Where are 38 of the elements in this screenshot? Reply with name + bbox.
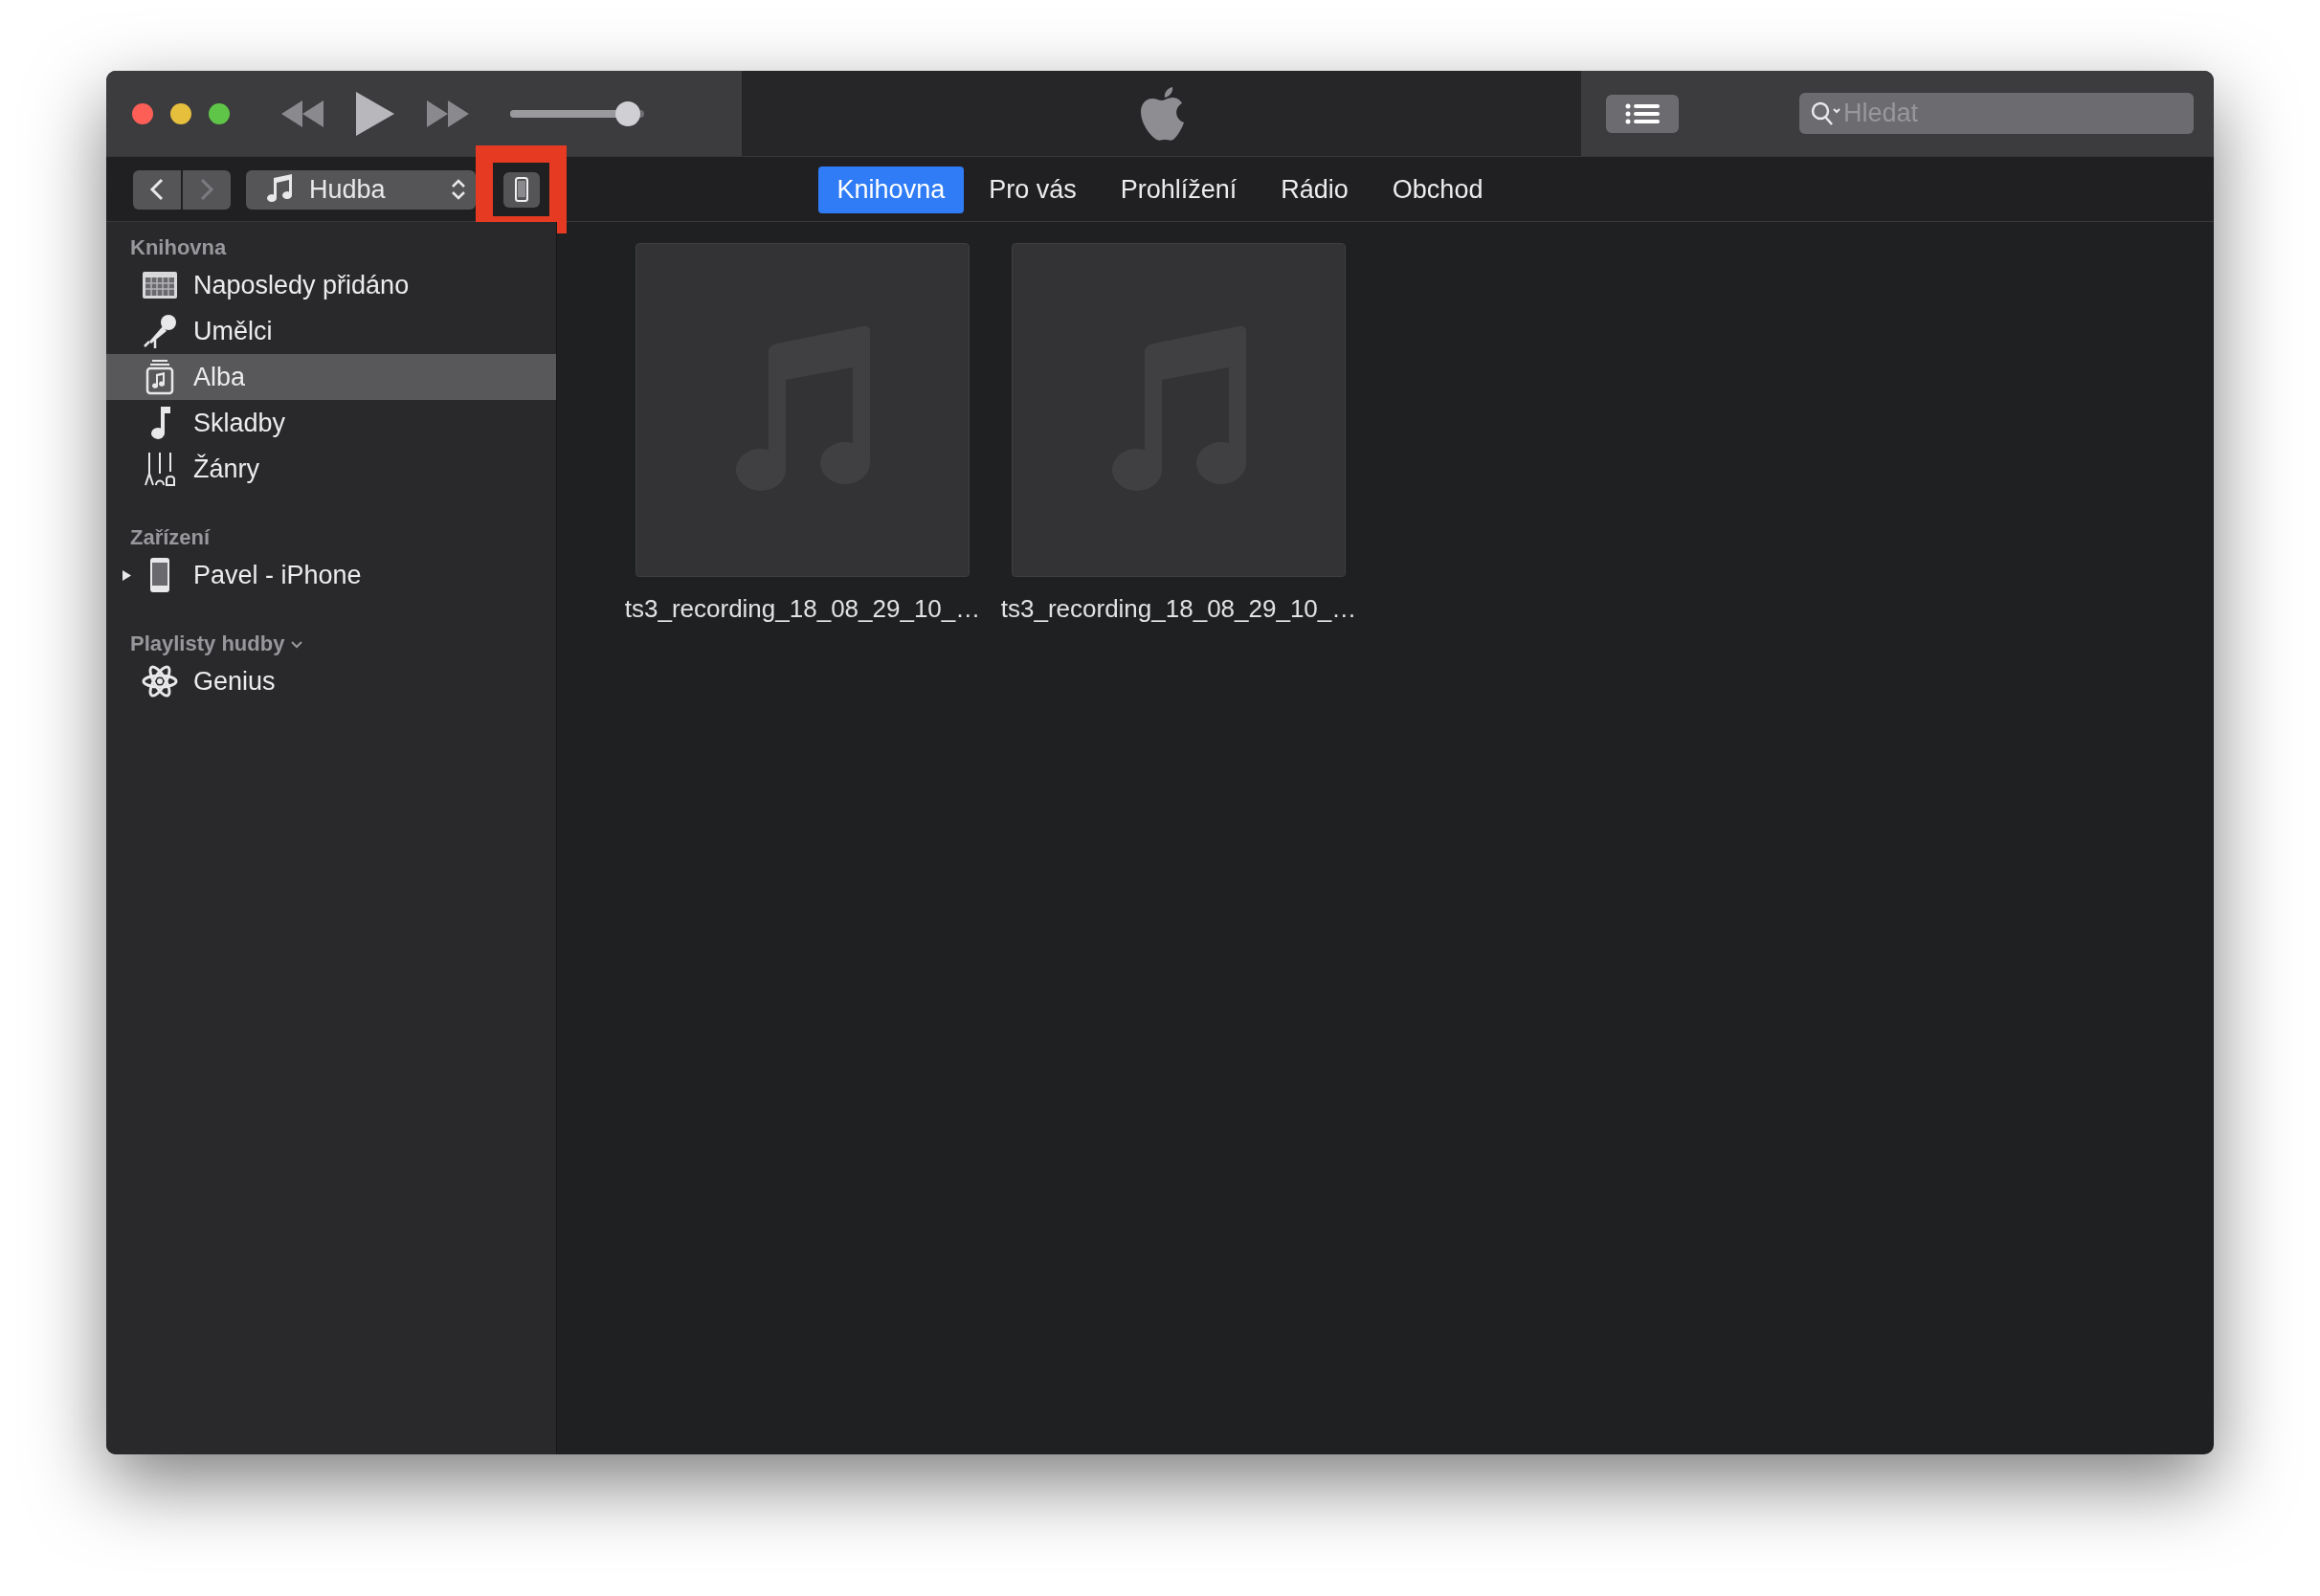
list-icon [1625, 102, 1660, 124]
atom-icon [141, 663, 179, 699]
chevron-left-icon [149, 178, 165, 201]
play-button[interactable] [356, 91, 394, 136]
volume-thumb[interactable] [615, 100, 641, 126]
album-title[interactable]: ts3_recording_18_08_29_10_… [624, 590, 981, 628]
calendar-grid-icon [141, 271, 179, 299]
source-dropdown[interactable]: Hudba [246, 169, 476, 210]
search-icon [1811, 100, 1841, 126]
fast-forward-button[interactable] [427, 100, 469, 127]
music-note-icon [265, 174, 294, 205]
triangle-right-icon[interactable] [123, 570, 132, 581]
section-header: Knihovna [130, 233, 227, 261]
back-button[interactable] [133, 169, 181, 210]
tab[interactable]: Prohlížení [1101, 166, 1257, 213]
rewind-button[interactable] [281, 100, 323, 127]
sidebar-item[interactable]: Naposledy přidáno [106, 262, 556, 308]
list-view-button[interactable] [1606, 94, 1679, 133]
up-down-chevron-icon [451, 178, 466, 201]
tab[interactable]: Pro vás [970, 166, 1096, 213]
tab[interactable]: Obchod [1372, 166, 1503, 213]
minimize-button[interactable] [170, 102, 191, 124]
section-header: Zařízení [130, 523, 211, 551]
sidebar-item[interactable]: Umělci [106, 308, 556, 354]
chevron-right-icon [199, 178, 214, 201]
phone-icon [514, 177, 528, 202]
sidebar-item[interactable]: Žánry [106, 446, 556, 492]
tab[interactable]: Knihovna [817, 166, 965, 213]
tab[interactable]: Rádio [1261, 166, 1368, 213]
close-button[interactable] [132, 102, 153, 124]
sidebar-item[interactable]: Pavel - iPhone [106, 552, 556, 598]
album-title[interactable]: ts3_recording_18_08_29_10_… [1000, 590, 1357, 628]
zoom-button[interactable] [209, 102, 230, 124]
sidebar-item[interactable]: Genius [106, 658, 556, 704]
device-button[interactable] [502, 171, 540, 208]
section-header: Playlisty hudby [130, 630, 285, 657]
sidebar-item[interactable]: Skladby [106, 400, 556, 446]
sidebar-item[interactable]: Alba [106, 354, 556, 400]
